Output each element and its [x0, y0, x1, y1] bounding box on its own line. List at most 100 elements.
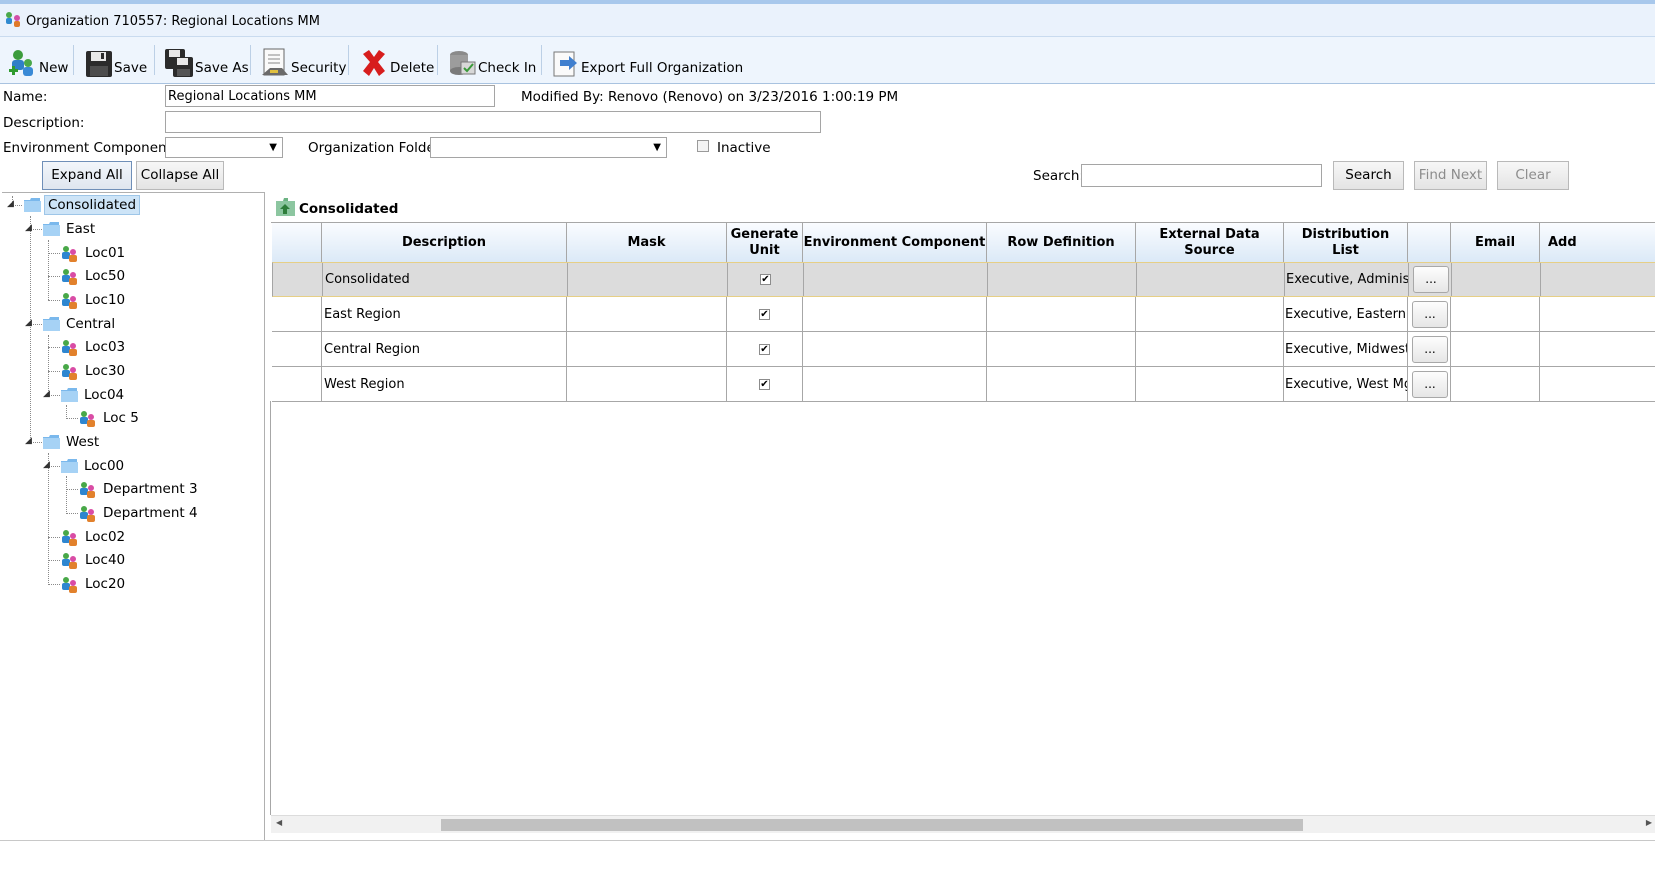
email-cell[interactable]: [1451, 332, 1540, 366]
distribution-list-picker-button[interactable]: ...: [1412, 370, 1448, 398]
check-in-button[interactable]: Check In: [447, 42, 536, 78]
tree-node-department-4[interactable]: Department 4: [78, 502, 201, 524]
distribution-list-cell[interactable]: Executive, Administ...: [1285, 263, 1409, 296]
row-selector[interactable]: [272, 297, 322, 331]
search-input[interactable]: [1081, 164, 1322, 187]
description-field[interactable]: [165, 111, 821, 133]
tree-node-loc03[interactable]: Loc03: [60, 336, 128, 358]
collapse-all-button[interactable]: Collapse All: [136, 161, 224, 190]
description-cell[interactable]: Consolidated: [323, 263, 568, 296]
tree-node-west[interactable]: West: [43, 431, 102, 453]
tree-node-loc40[interactable]: Loc40: [60, 549, 128, 571]
environment-component-cell[interactable]: [803, 297, 987, 331]
export-full-organization-button[interactable]: Export Full Organization: [552, 42, 743, 78]
tree-node-loc01[interactable]: Loc01: [60, 242, 128, 264]
search-button[interactable]: Search: [1333, 161, 1404, 190]
email-cell[interactable]: [1452, 263, 1541, 296]
generate-unit-cell[interactable]: ✔: [727, 367, 803, 401]
row-definition-cell[interactable]: [988, 263, 1137, 296]
tree-node-east[interactable]: East: [43, 218, 98, 240]
tree-node-loc50[interactable]: Loc50: [60, 265, 128, 287]
mask-cell[interactable]: [567, 367, 727, 401]
up-level-folder-icon[interactable]: [276, 198, 295, 216]
tree-node-department-3[interactable]: Department 3: [78, 478, 201, 500]
column-header-description[interactable]: Description: [322, 223, 567, 262]
tree-node-loc30[interactable]: Loc30: [60, 360, 128, 382]
column-header-distribution-list[interactable]: Distribution List: [1284, 223, 1408, 262]
organization-folder-select[interactable]: ▼: [430, 137, 667, 158]
email-cell[interactable]: [1451, 367, 1540, 401]
inactive-checkbox[interactable]: [697, 140, 709, 152]
generate-unit-checkbox[interactable]: ✔: [760, 274, 771, 285]
name-field[interactable]: [165, 85, 495, 107]
row-definition-cell[interactable]: [987, 367, 1136, 401]
description-cell[interactable]: West Region: [322, 367, 567, 401]
generate-unit-checkbox[interactable]: ✔: [759, 308, 770, 320]
collapse-toggle-icon[interactable]: ◢: [43, 389, 50, 399]
scrollbar-thumb[interactable]: [441, 819, 1303, 831]
tree-node-central[interactable]: Central: [43, 313, 118, 335]
distribution-list-picker-button[interactable]: ...: [1412, 300, 1448, 328]
add-cell[interactable]: [1540, 332, 1655, 366]
collapse-toggle-icon[interactable]: ◢: [25, 223, 32, 233]
scroll-right-arrow-icon[interactable]: ▶: [1646, 818, 1652, 827]
add-cell[interactable]: [1541, 263, 1655, 296]
environment-component-cell[interactable]: [804, 263, 988, 296]
collapse-toggle-icon[interactable]: ◢: [43, 460, 50, 470]
description-cell[interactable]: East Region: [322, 297, 567, 331]
collapse-toggle-icon[interactable]: ◢: [25, 318, 32, 328]
tree-node-loc02[interactable]: Loc02: [60, 526, 128, 548]
tree-node-loc04[interactable]: Loc04: [61, 384, 127, 406]
find-next-button[interactable]: Find Next: [1414, 161, 1487, 190]
table-row[interactable]: East Region ✔ Executive, Eastern ... ...: [272, 297, 1655, 332]
column-header-external-data-source[interactable]: External Data Source: [1136, 223, 1284, 262]
scroll-left-arrow-icon[interactable]: ◀: [276, 818, 282, 827]
row-selector[interactable]: [272, 367, 322, 401]
tree-node-loc-5[interactable]: Loc 5: [78, 407, 142, 429]
generate-unit-checkbox[interactable]: ✔: [759, 378, 770, 390]
distribution-list-picker-button[interactable]: ...: [1413, 266, 1449, 293]
generate-unit-checkbox[interactable]: ✔: [759, 343, 770, 355]
collapse-toggle-icon[interactable]: ◢: [7, 199, 14, 209]
new-button[interactable]: New: [8, 42, 68, 78]
column-header-row-definition[interactable]: Row Definition: [987, 223, 1136, 262]
distribution-list-cell[interactable]: Executive, West Mgrs: [1284, 367, 1408, 401]
column-header-email[interactable]: Email: [1451, 223, 1540, 262]
tree-node-loc10[interactable]: Loc10: [60, 289, 128, 311]
external-data-source-cell[interactable]: [1136, 297, 1284, 331]
table-row[interactable]: Consolidated ✔ Executive, Administ... ..…: [272, 262, 1655, 297]
row-selector[interactable]: [272, 332, 322, 366]
column-header-mask[interactable]: Mask: [567, 223, 727, 262]
generate-unit-cell[interactable]: ✔: [728, 263, 804, 296]
external-data-source-cell[interactable]: [1136, 332, 1284, 366]
horizontal-scrollbar[interactable]: ◀ ▶: [271, 815, 1655, 833]
environment-component-select[interactable]: ▼: [165, 137, 283, 158]
add-cell[interactable]: [1540, 297, 1655, 331]
generate-unit-cell[interactable]: ✔: [727, 297, 803, 331]
clear-button[interactable]: Clear: [1497, 161, 1569, 190]
environment-component-cell[interactable]: [803, 367, 987, 401]
collapse-toggle-icon[interactable]: ◢: [25, 436, 32, 446]
column-header-environment-component[interactable]: Environment Component: [803, 223, 987, 262]
table-row[interactable]: West Region ✔ Executive, West Mgrs ...: [272, 367, 1655, 402]
description-cell[interactable]: Central Region: [322, 332, 567, 366]
column-header-generate-unit[interactable]: Generate Unit: [727, 223, 803, 262]
save-as-button[interactable]: Save As: [164, 42, 249, 78]
distribution-list-cell[interactable]: Executive, Midwest ...: [1284, 332, 1408, 366]
environment-component-cell[interactable]: [803, 332, 987, 366]
mask-cell[interactable]: [567, 332, 727, 366]
email-cell[interactable]: [1451, 297, 1540, 331]
generate-unit-cell[interactable]: ✔: [727, 332, 803, 366]
distribution-list-picker-button[interactable]: ...: [1412, 335, 1448, 363]
expand-all-button[interactable]: Expand All: [42, 161, 132, 190]
column-header-add[interactable]: Add: [1540, 223, 1655, 262]
external-data-source-cell[interactable]: [1136, 367, 1284, 401]
external-data-source-cell[interactable]: [1137, 263, 1285, 296]
row-selector[interactable]: [273, 263, 323, 296]
security-button[interactable]: Security: [260, 42, 346, 78]
mask-cell[interactable]: [567, 297, 727, 331]
mask-cell[interactable]: [568, 263, 728, 296]
distribution-list-cell[interactable]: Executive, Eastern ...: [1284, 297, 1408, 331]
row-definition-cell[interactable]: [987, 332, 1136, 366]
tree-node-consolidated[interactable]: Consolidated: [24, 194, 141, 216]
